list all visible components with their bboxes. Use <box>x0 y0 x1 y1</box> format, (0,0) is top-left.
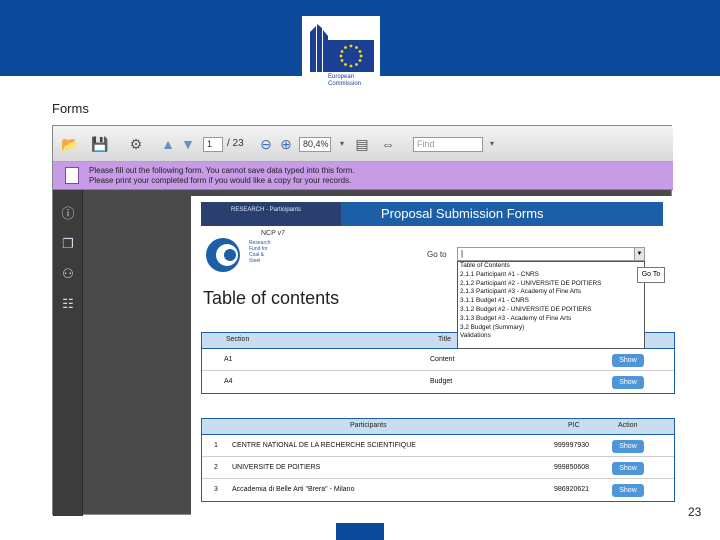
ncp-label: NCP v7 <box>261 230 285 237</box>
eu-flag-icon <box>328 40 374 72</box>
find-input[interactable]: Find <box>413 137 483 152</box>
goto-select[interactable]: | ▼ <box>457 247 645 261</box>
goto-dropdown-list: Table of Contents 2.1.1 Participant #1 -… <box>457 261 645 349</box>
show-button[interactable]: Show <box>612 484 644 497</box>
logo-line1: European <box>328 74 355 80</box>
table-row: A1 Content Show <box>202 349 674 371</box>
building-icon <box>310 24 328 72</box>
banner-title: Proposal Submission Forms <box>381 206 544 221</box>
find-dropdown-icon[interactable]: ▾ <box>483 135 501 153</box>
table-row: 1 CENTRE NATIONAL DE LA RECHERCHE SCIENT… <box>202 435 674 457</box>
logo-text: European Commission <box>328 74 361 88</box>
document-page: RESEARCH - Participants Proposal Submiss… <box>191 196 675 516</box>
table-header: Participants PIC Action <box>202 419 674 435</box>
cell-pic: 986920621 <box>554 486 590 493</box>
rfcs-logo-text: Research Fund for Coal & Steel <box>249 240 271 264</box>
goto-label: Go to <box>427 250 447 259</box>
banner-left: RESEARCH - Participants <box>201 202 341 226</box>
dropdown-option[interactable]: Table of Contents <box>458 262 644 271</box>
cell-pic: 999997930 <box>554 442 590 449</box>
prev-page-icon[interactable]: ▲ <box>159 135 177 153</box>
cell-pic: 999850608 <box>554 464 590 471</box>
cell-num: 2 <box>214 464 218 471</box>
dropdown-option[interactable]: 2.1.1 Participant #1 - CNRS <box>458 271 644 280</box>
slide-title: Forms <box>52 101 89 116</box>
form-icon <box>65 167 79 184</box>
show-button[interactable]: Show <box>612 462 644 475</box>
cell-num: 3 <box>214 486 218 493</box>
layers-icon[interactable]: ☷ <box>60 296 76 312</box>
footer-bar <box>336 523 384 540</box>
zoom-dropdown-icon[interactable]: ▾ <box>333 135 351 153</box>
notice-line2: Please print your completed form if you … <box>89 176 352 185</box>
col-header-action: Action <box>618 422 638 429</box>
ec-logo: European Commission <box>302 16 380 100</box>
fit-width-icon[interactable]: ⇔ <box>379 135 397 153</box>
dropdown-option[interactable]: 2.1.2 Participant #2 - UNIVERSITE DE POI… <box>458 280 644 289</box>
rfcs-logo-icon <box>206 238 240 272</box>
table-row: 2 UNIVERSITE DE POITIERS 999850608 Show <box>202 457 674 479</box>
page-input[interactable]: 1 <box>203 137 223 152</box>
page-total: / 23 <box>227 138 244 149</box>
table-row: A4 Budget Show <box>202 371 674 393</box>
notice-line1: Please fill out the following form. You … <box>89 166 355 175</box>
dropdown-option[interactable]: 2.1.3 Participant #3 - Academy of Fine A… <box>458 288 644 297</box>
navigation-sidebar: ⓘ ❐ ⚇ ☷ <box>53 190 83 516</box>
dropdown-option[interactable]: Validations <box>458 332 644 341</box>
toolbar: 📂 💾 ⚙ ▲ ▼ 1 / 23 ⊖ ⊕ 80,4% ▾ ▤ ⇔ Find ▾ <box>53 126 673 162</box>
goto-value: | <box>461 249 464 258</box>
goto-button[interactable]: Go To <box>637 267 665 283</box>
dropdown-option[interactable]: 3.1.3 Budget #3 - Academy of Fine Arts <box>458 315 644 324</box>
cell-title: Content <box>430 356 455 363</box>
cell-section: A4 <box>224 378 233 385</box>
col-header-section: Section <box>226 336 250 343</box>
col-header-title: Title <box>438 336 451 343</box>
save-icon[interactable]: 💾 <box>91 135 109 153</box>
zoom-out-icon[interactable]: ⊖ <box>257 135 275 153</box>
pdf-viewer: 📂 💾 ⚙ ▲ ▼ 1 / 23 ⊖ ⊕ 80,4% ▾ ▤ ⇔ Find ▾ … <box>52 125 675 516</box>
table-row: 3 Accademia di Belle Arti "Brera" - Mila… <box>202 479 674 501</box>
document-banner: RESEARCH - Participants Proposal Submiss… <box>201 202 663 226</box>
cell-title: Budget <box>430 378 453 385</box>
col-header-pic: PIC <box>568 422 580 429</box>
participants-table: Participants PIC Action 1 CENTRE NATIONA… <box>201 418 675 502</box>
cell-participant: UNIVERSITE DE POITIERS <box>232 464 321 471</box>
cell-num: 1 <box>214 442 218 449</box>
pages-icon[interactable]: ❐ <box>60 236 76 252</box>
zoom-input[interactable]: 80,4% <box>299 137 331 152</box>
dropdown-option[interactable]: 3.1.2 Budget #2 - UNIVERSITE DE POITIERS <box>458 306 644 315</box>
cell-section: A1 <box>224 356 233 363</box>
toc-title: Table of contents <box>203 288 340 308</box>
dropdown-option[interactable]: 3.2 Budget (Summary) <box>458 324 644 333</box>
page-number: 23 <box>688 505 702 519</box>
col-header-participants: Participants <box>350 422 387 429</box>
show-button[interactable]: Show <box>612 440 644 453</box>
next-page-icon[interactable]: ▼ <box>179 135 197 153</box>
show-button[interactable]: Show <box>612 376 644 389</box>
signatures-icon[interactable]: ⚇ <box>60 266 76 282</box>
open-icon[interactable]: 📂 <box>61 135 79 153</box>
form-notice-bar: Please fill out the following form. You … <box>53 162 673 190</box>
logo-line2: Commission <box>328 81 362 87</box>
fit-page-icon[interactable]: ▤ <box>353 135 371 153</box>
info-icon[interactable]: ⓘ <box>60 206 76 222</box>
dropdown-option[interactable]: 3.1.1 Budget #1 - CNRS <box>458 297 644 306</box>
email-icon[interactable]: ⚙ <box>127 135 145 153</box>
show-button[interactable]: Show <box>612 354 644 367</box>
zoom-in-icon[interactable]: ⊕ <box>277 135 295 153</box>
rfcs-logo: Research Fund for Coal & Steel <box>203 236 270 274</box>
cell-participant: Accademia di Belle Arti "Brera" - Milano <box>232 486 355 493</box>
notice-text: Please fill out the following form. You … <box>89 166 355 186</box>
chevron-down-icon[interactable]: ▼ <box>634 248 644 260</box>
cell-participant: CENTRE NATIONAL DE LA RECHERCHE SCIENTIF… <box>232 442 416 449</box>
